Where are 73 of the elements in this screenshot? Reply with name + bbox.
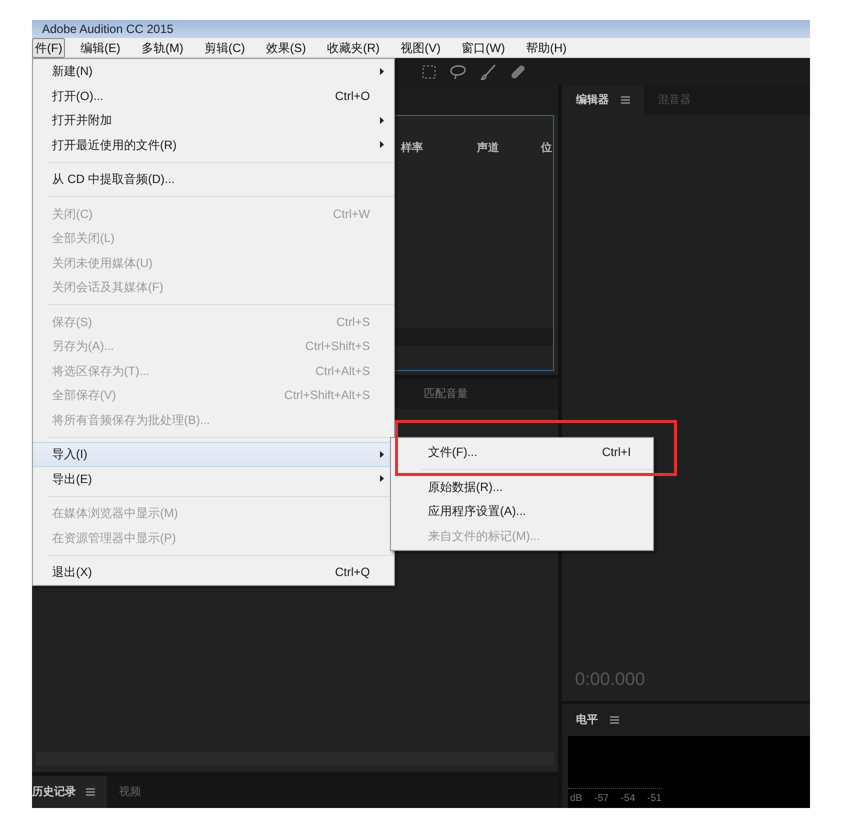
menu-bar-item[interactable]: 多轨(M) [135, 38, 190, 56]
menu-item-label: 从 CD 中提取音频(D)... [52, 171, 176, 188]
panel-menu-icon[interactable] [610, 716, 619, 724]
menu-item[interactable]: 退出(X) Ctrl+Q [33, 560, 394, 584]
menu-bar-item[interactable]: 剪辑(C) [198, 38, 251, 56]
column-header[interactable]: 位 [535, 140, 552, 156]
menu-item-label: 退出(X) [52, 564, 93, 582]
scale-label: -57 [594, 792, 609, 806]
scale-label: -54 [620, 792, 636, 806]
menu-item[interactable]: 应用程序设置(A)... [391, 499, 653, 524]
menu-item-label: 关闭(C) [52, 206, 94, 223]
shortcut-label: Ctrl+Shift+Alt+S [284, 387, 370, 404]
menu-bar-item[interactable]: 效果(S) [260, 38, 312, 56]
menu-item-label: 在媒体浏览器中显示(M) [52, 505, 179, 522]
panel-tab[interactable]: 历史记录 [32, 776, 107, 808]
tab-label: 编辑器 [576, 92, 609, 108]
menu-item-label: 文件(F)... [428, 444, 478, 462]
shortcut-label: Ctrl+Shift+S [305, 338, 370, 356]
menu-item-label: 打开(O)... [52, 88, 104, 105]
menu-item[interactable]: 导出(E) [33, 466, 394, 491]
menu-item-label: 打开并附加 [52, 112, 113, 130]
panel-menu-icon[interactable] [86, 788, 95, 796]
menu-bar-item[interactable]: 帮助(H) [520, 38, 573, 56]
menu-item-label: 关闭未使用媒体(U) [52, 254, 154, 272]
menu-item[interactable]: 打开最近使用的文件(R) [33, 132, 394, 157]
menu-item-label: 来自文件的标记(M)... [428, 528, 541, 545]
menu-item-label: 原始数据(R)... [428, 478, 504, 496]
shortcut-label: Ctrl+S [336, 314, 370, 331]
scale-label: dB [570, 792, 582, 806]
menu-item-label: 将所有音频保存为批处理(B)... [52, 412, 211, 429]
submenu-caret-icon [380, 68, 384, 75]
submenu-caret-icon [380, 475, 384, 482]
menu-bar-item[interactable]: 窗口(W) [456, 38, 511, 56]
shortcut-label: Ctrl+O [334, 88, 370, 105]
menu-item-label: 在资源管理器中显示(P) [52, 530, 177, 547]
menu-item[interactable]: 打开(O)... Ctrl+O [33, 84, 394, 108]
menu-bar-item[interactable]: 编辑(E) [74, 38, 126, 56]
column-header[interactable]: 声道 [471, 140, 535, 156]
shortcut-label: Ctrl+W [333, 206, 370, 223]
menu-bar-item[interactable]: 视图(V) [394, 38, 447, 56]
menu-item-label: 导入(I) [52, 446, 88, 464]
shortcut-label: Ctrl+I [602, 444, 631, 462]
menu-item-label: 导出(E) [52, 470, 93, 488]
menu-item[interactable]: 从 CD 中提取音频(D)... [33, 167, 394, 192]
submenu-caret-icon [380, 141, 384, 148]
menu-item-label: 保存(S) [52, 314, 93, 331]
menu-item-label: 关闭会话及其媒体(F) [52, 279, 164, 296]
submenu-caret-icon [380, 450, 384, 458]
panel-title: 电平 [576, 712, 598, 728]
menu-bar-item[interactable]: 件(F) [32, 38, 66, 58]
menu-item[interactable]: 原始数据(R)... [391, 474, 653, 499]
menu-item-label: 将选区保存为(T)... [52, 362, 150, 380]
window-title: Adobe Audition CC 2015 [42, 22, 174, 38]
menu-item[interactable]: 打开并附加 [33, 108, 394, 132]
submenu-caret-icon [380, 116, 384, 124]
tab-label: 历史记录 [32, 784, 76, 800]
panel-menu-icon[interactable] [621, 96, 630, 104]
marquee-select-icon[interactable] [422, 64, 436, 78]
menu-item-label: 全部关闭(L) [52, 230, 116, 248]
panel-tab[interactable]: 匹配音量 [424, 386, 468, 402]
scale-label: -51 [647, 792, 662, 806]
shortcut-label: Ctrl+Q [334, 564, 370, 582]
lasso-icon[interactable] [450, 64, 466, 80]
menu-item-label: 打开最近使用的文件(R) [52, 136, 178, 154]
shortcut-label: Ctrl+Alt+S [315, 362, 370, 380]
menu-item-label: 应用程序设置(A)... [428, 503, 527, 520]
brush-icon[interactable] [480, 64, 496, 80]
menu-bar-item[interactable]: 收藏夹(R) [321, 38, 386, 56]
menu-item-label: 全部保存(V) [52, 387, 117, 404]
panel-tab[interactable]: 编辑器 [562, 85, 644, 115]
menu-item[interactable]: 文件(F)... Ctrl+I [391, 440, 653, 464]
menu-item-label: 另存为(A)... [52, 338, 115, 356]
menu-item-label: 新建(N) [52, 63, 94, 80]
